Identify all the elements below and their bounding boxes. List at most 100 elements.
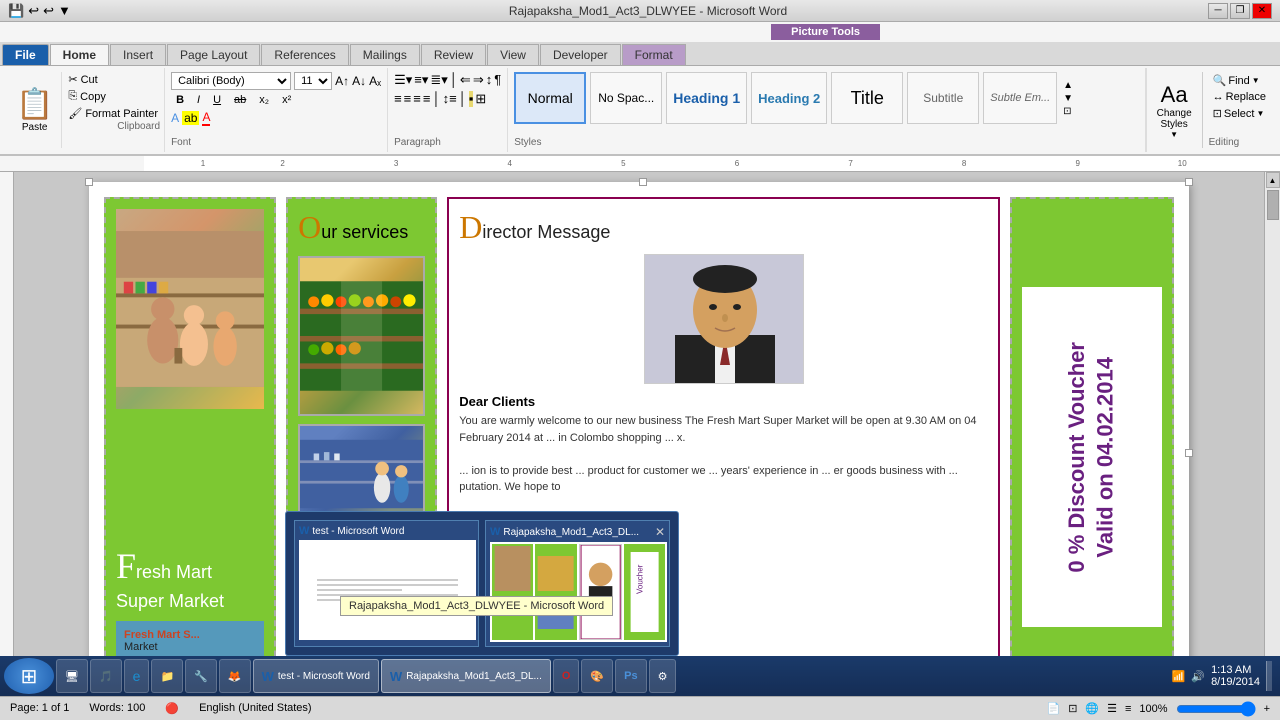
- show-formatting-button[interactable]: ¶: [494, 72, 501, 88]
- taskbar-media-btn[interactable]: 🎵: [90, 659, 122, 693]
- change-styles-button[interactable]: Aa ChangeStyles ▼: [1146, 68, 1202, 152]
- styles-scroll-down[interactable]: ▼: [1063, 93, 1073, 104]
- taskbar-folder-btn[interactable]: 📁: [151, 659, 183, 693]
- indent-increase-button[interactable]: ⇒: [473, 72, 484, 88]
- restore-button[interactable]: ❐: [1230, 3, 1250, 19]
- scroll-thumb[interactable]: [1267, 190, 1279, 220]
- view-full-screen[interactable]: ⊡: [1068, 702, 1077, 715]
- view-outline[interactable]: ☰: [1107, 702, 1117, 715]
- justify-button[interactable]: ≡: [423, 91, 431, 107]
- panel2-header-o: O: [298, 209, 321, 245]
- folder-icon: 📁: [160, 670, 174, 683]
- bullets-button[interactable]: ☰▾: [394, 72, 412, 88]
- title-bar-controls: ─ ❐ ✕: [1208, 3, 1272, 19]
- tab-page-layout[interactable]: Page Layout: [167, 44, 260, 65]
- style-subtitle[interactable]: Subtitle: [907, 72, 979, 124]
- taskbar-photoshop-btn[interactable]: Ps: [615, 659, 646, 693]
- tab-mailings[interactable]: Mailings: [350, 44, 420, 65]
- view-draft[interactable]: ≡: [1125, 703, 1131, 715]
- styles-more[interactable]: ⊡: [1063, 106, 1073, 117]
- font-color-button[interactable]: A: [202, 110, 210, 126]
- line-spacing-button[interactable]: ↕≡: [443, 91, 457, 107]
- tab-view[interactable]: View: [487, 44, 539, 65]
- italic-button[interactable]: I: [192, 92, 205, 108]
- numbering-button[interactable]: ≡▾: [414, 72, 428, 88]
- select-icon: ⊡: [1213, 107, 1222, 120]
- minimize-button[interactable]: ─: [1208, 3, 1228, 19]
- taskbar-settings-btn[interactable]: 🔧: [185, 659, 217, 693]
- strikethrough-button[interactable]: ab: [229, 92, 251, 108]
- style-subtle-em[interactable]: Subtle Em...: [983, 72, 1057, 124]
- view-web-layout[interactable]: 🌐: [1085, 702, 1099, 715]
- tab-format[interactable]: Format: [622, 44, 686, 65]
- shading-button[interactable]: ▪: [469, 91, 474, 107]
- preview-card-rajapaksha[interactable]: W Rajapaksha_Mod1_Act3_DL... ✕ Fresh Mar…: [485, 520, 670, 647]
- style-heading2[interactable]: Heading 2: [751, 72, 827, 124]
- format-painter-button[interactable]: 🖌 Format Painter: [66, 106, 160, 121]
- style-normal[interactable]: Normal: [514, 72, 586, 124]
- paste-button[interactable]: 📋 Paste: [8, 72, 62, 148]
- select-button[interactable]: ⊡ Select ▼: [1209, 105, 1270, 122]
- copy-button[interactable]: ⎘ Copy: [66, 89, 160, 104]
- align-left-button[interactable]: ≡: [394, 91, 402, 107]
- zoom-in-button[interactable]: +: [1264, 703, 1270, 715]
- status-right: 📄 ⊡ 🌐 ☰ ≡ 100% +: [1047, 701, 1271, 717]
- text-effects-button[interactable]: A: [171, 111, 179, 125]
- change-styles-dropdown[interactable]: ▼: [1170, 130, 1178, 139]
- style-title[interactable]: Title: [831, 72, 903, 124]
- tab-insert[interactable]: Insert: [110, 44, 166, 65]
- tab-review[interactable]: Review: [421, 44, 486, 65]
- taskbar-computer-btn[interactable]: 🖥: [56, 659, 88, 693]
- taskbar-firefox-btn[interactable]: 🦊: [219, 659, 251, 693]
- font-group: Calibri (Body) 11 A↑ A↓ Aₓ B I U ab x₂ x…: [165, 68, 388, 152]
- tab-home[interactable]: Home: [50, 44, 109, 65]
- bold-button[interactable]: B: [171, 92, 189, 108]
- align-right-button[interactable]: ≡: [413, 91, 421, 107]
- paragraph-group-label: Paragraph: [394, 137, 501, 148]
- style-heading1[interactable]: Heading 1: [666, 72, 747, 124]
- taskbar-paint-btn[interactable]: 🎨: [581, 659, 613, 693]
- clear-format-button[interactable]: Aₓ: [369, 74, 381, 88]
- multilevel-button[interactable]: ≣▾: [430, 72, 447, 88]
- cut-icon: ✂: [68, 73, 77, 86]
- scrollbar-right[interactable]: ▲ ▼: [1264, 172, 1280, 696]
- select-dropdown[interactable]: ▼: [1256, 109, 1264, 118]
- computer-icon: 🖥: [65, 670, 79, 683]
- tab-references[interactable]: References: [261, 44, 348, 65]
- styles-scroll-up[interactable]: ▲: [1063, 80, 1073, 91]
- zoom-slider[interactable]: [1176, 701, 1256, 717]
- cut-button[interactable]: ✂ Cut: [66, 72, 160, 87]
- superscript-button[interactable]: x²: [277, 92, 296, 108]
- taskbar-browser-btn[interactable]: e: [124, 659, 150, 693]
- preview-card-test[interactable]: W test - Microsoft Word: [294, 520, 479, 647]
- taskbar-start-button[interactable]: ⊞: [4, 658, 54, 694]
- tab-file[interactable]: File: [2, 44, 49, 65]
- find-dropdown[interactable]: ▼: [1252, 76, 1260, 85]
- grow-font-button[interactable]: A↑: [335, 74, 349, 88]
- view-print-layout[interactable]: 📄: [1047, 702, 1061, 715]
- font-size-select[interactable]: 11: [294, 72, 332, 90]
- find-button[interactable]: 🔍 Find ▼: [1209, 72, 1270, 89]
- taskbar-opera-btn[interactable]: O: [553, 659, 580, 693]
- shrink-font-button[interactable]: A↓: [352, 74, 366, 88]
- align-center-button[interactable]: ≡: [404, 91, 412, 107]
- highlight-button[interactable]: ab: [182, 111, 199, 125]
- font-name-select[interactable]: Calibri (Body): [171, 72, 291, 90]
- tab-row: File Home Insert Page Layout References …: [0, 42, 1280, 66]
- indent-decrease-button[interactable]: ⇐: [460, 72, 471, 88]
- style-no-space[interactable]: No Spac...: [590, 72, 662, 124]
- scroll-up-button[interactable]: ▲: [1266, 172, 1280, 188]
- preview-close-button[interactable]: ✕: [655, 525, 665, 539]
- show-desktop-button[interactable]: [1266, 661, 1272, 691]
- taskbar-tool-btn[interactable]: ⚙: [649, 659, 677, 693]
- replace-button[interactable]: ↔ Replace: [1209, 89, 1270, 105]
- subscript-button[interactable]: x₂: [254, 92, 274, 108]
- taskbar-word-rajapaksha-btn[interactable]: W Rajapaksha_Mod1_Act3_DL...: [381, 659, 551, 693]
- borders-button[interactable]: ⊞: [475, 91, 486, 107]
- title-bar: 💾 ↩ ↩ ▼ Rajapaksha_Mod1_Act3_DLWYEE - Mi…: [0, 0, 1280, 22]
- taskbar-word-test-btn[interactable]: W test - Microsoft Word: [253, 659, 379, 693]
- close-button[interactable]: ✕: [1252, 3, 1272, 19]
- underline-button[interactable]: U: [208, 92, 226, 108]
- sort-button[interactable]: ↕: [486, 72, 493, 88]
- tab-developer[interactable]: Developer: [540, 44, 621, 65]
